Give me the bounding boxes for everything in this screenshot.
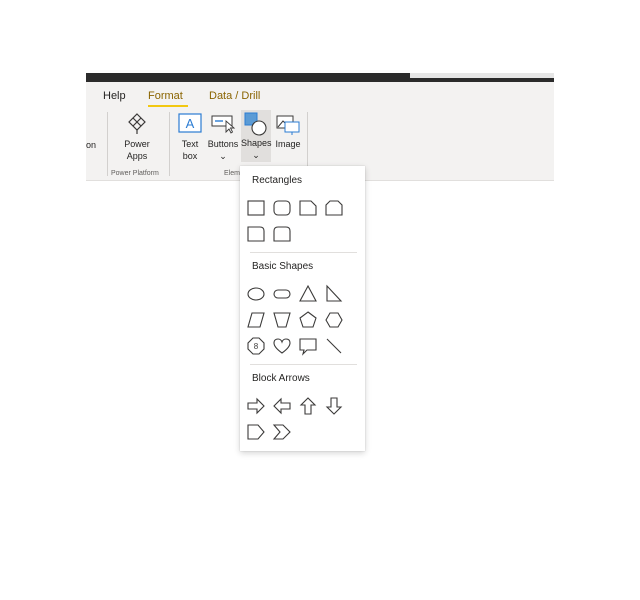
text-box-button[interactable]: A Text box <box>177 112 203 162</box>
power-apps-label-2: Apps <box>126 151 148 161</box>
buttons-button[interactable]: Buttons ⌄ <box>207 112 239 162</box>
pill-shape[interactable] <box>272 284 292 304</box>
rounded-rectangle-alt-shape[interactable] <box>272 224 292 244</box>
section-title-basic-shapes: Basic Shapes <box>252 261 314 272</box>
group-label-power-platform: Power Platform <box>111 170 159 177</box>
group-label-elements: Elem <box>224 170 240 177</box>
section-divider <box>250 252 357 253</box>
octagon-label: 8 <box>254 342 259 351</box>
chevron-down-icon: ⌄ <box>252 150 260 160</box>
buttons-icon <box>211 115 236 134</box>
left-arrow-shape[interactable] <box>272 396 292 416</box>
shapes-button[interactable]: Shapes ⌄ <box>241 110 272 162</box>
section-title-rectangles: Rectangles <box>252 175 303 186</box>
chevron-arrow-shape[interactable] <box>272 422 292 442</box>
search-box[interactable] <box>410 73 554 78</box>
hexagon-shape[interactable] <box>324 310 344 330</box>
text-box-label-1: Text <box>181 139 199 149</box>
rectangle-shape[interactable] <box>246 198 266 218</box>
power-apps-button[interactable]: Power Apps <box>118 112 156 162</box>
tab-help[interactable]: Help <box>103 89 126 103</box>
tab-format[interactable]: Format <box>148 89 183 103</box>
down-arrow-shape[interactable] <box>324 396 344 416</box>
right-triangle-shape[interactable] <box>324 284 344 304</box>
svg-text:A: A <box>186 116 195 131</box>
right-arrow-shape[interactable] <box>246 396 266 416</box>
triangle-shape[interactable] <box>298 284 318 304</box>
shapes-dropdown: Rectangles Basic Shapes 8 Block Arrows <box>240 166 365 451</box>
chevron-down-icon: ⌄ <box>219 151 227 161</box>
buttons-label: Buttons <box>207 139 239 149</box>
octagon-shape[interactable]: 8 <box>246 336 266 356</box>
ribbon-partial-label: on <box>86 140 97 150</box>
text-box-icon: A <box>178 113 202 133</box>
group-separator <box>169 112 170 176</box>
trapezoid-shape[interactable] <box>272 310 292 330</box>
shapes-icon <box>244 112 267 136</box>
section-divider <box>250 364 357 365</box>
snipped-corner-rectangle-shape[interactable] <box>298 198 318 218</box>
oval-shape[interactable] <box>246 284 266 304</box>
active-tab-indicator <box>148 105 188 107</box>
top-rounded-rectangle-shape[interactable] <box>246 224 266 244</box>
pentagon-arrow-shape[interactable] <box>246 422 266 442</box>
tab-data-drill[interactable]: Data / Drill <box>209 89 260 103</box>
section-title-block-arrows: Block Arrows <box>252 373 310 384</box>
line-shape[interactable] <box>324 336 344 356</box>
shapes-label: Shapes <box>241 138 272 148</box>
power-apps-icon <box>128 113 146 134</box>
title-bar <box>86 73 554 82</box>
group-separator <box>107 112 108 176</box>
parallelogram-shape[interactable] <box>246 310 266 330</box>
image-icon <box>276 115 300 135</box>
image-label: Image <box>275 139 301 149</box>
power-apps-label-1: Power <box>124 139 150 149</box>
heart-shape[interactable] <box>272 336 292 356</box>
speech-bubble-shape[interactable] <box>298 336 318 356</box>
image-button[interactable]: Image <box>274 112 302 150</box>
text-box-label-2: box <box>182 151 198 161</box>
pentagon-shape[interactable] <box>298 310 318 330</box>
snipped-top-rectangle-shape[interactable] <box>324 198 344 218</box>
up-arrow-shape[interactable] <box>298 396 318 416</box>
rounded-rectangle-shape[interactable] <box>272 198 292 218</box>
